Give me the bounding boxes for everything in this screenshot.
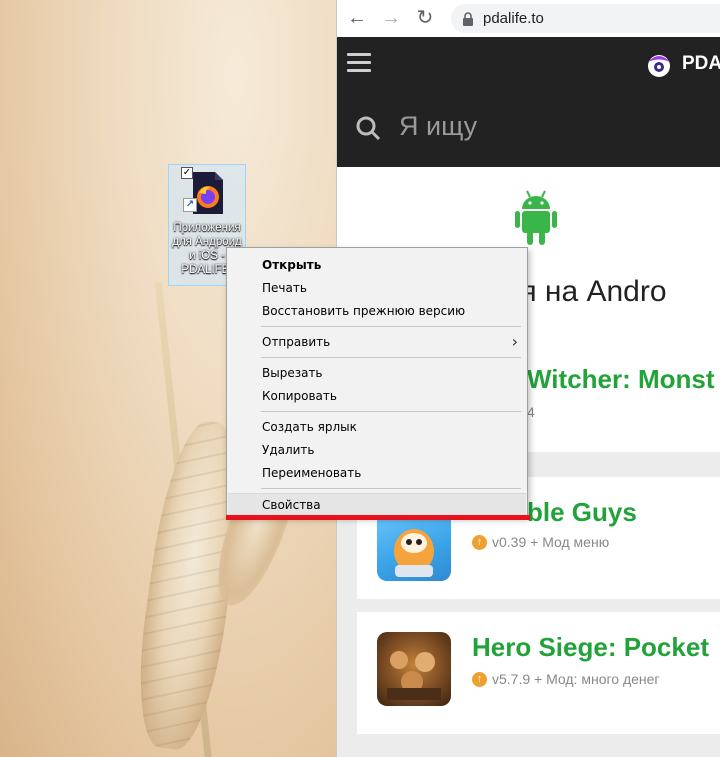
menu-separator — [261, 411, 521, 412]
search-icon[interactable] — [355, 115, 381, 141]
app-title[interactable]: Witcher: Monst — [527, 364, 715, 395]
site-logo-icon[interactable] — [644, 50, 674, 80]
menu-item-restore-previous-version[interactable]: Восстановить прежнюю версию — [228, 300, 526, 322]
hero-siege-art-icon — [387, 651, 441, 700]
menu-item-open[interactable]: Открыть — [228, 254, 526, 276]
app-title[interactable]: ble Guys — [527, 497, 637, 528]
menu-separator — [261, 488, 521, 489]
red-highlight-underline — [226, 515, 530, 520]
context-menu: Открыть Печать Восстановить прежнюю верс… — [226, 247, 528, 517]
site-header: PDAL Я ищу — [337, 37, 720, 167]
site-logo-text[interactable]: PDAL — [682, 53, 720, 75]
lock-icon — [463, 12, 473, 26]
menu-item-rename[interactable]: Переименовать — [228, 462, 526, 484]
app-card[interactable]: Hero Siege: Pocket ↑ v5.7.9 + Мод: много… — [357, 612, 720, 734]
shortcut-arrow-icon: ↗ — [183, 198, 197, 212]
menu-item-send-to[interactable]: Отправить › — [228, 331, 526, 353]
menu-item-copy[interactable]: Копировать — [228, 385, 526, 407]
menu-item-create-shortcut[interactable]: Создать ярлык — [228, 416, 526, 438]
update-icon: ↑ — [472, 672, 487, 687]
app-title[interactable]: Hero Siege: Pocket — [472, 632, 709, 663]
back-icon[interactable]: ← — [345, 6, 369, 30]
url-text[interactable]: pdalife.to — [483, 10, 544, 27]
update-icon: ↑ — [472, 535, 487, 550]
menu-separator — [261, 357, 521, 358]
menu-item-delete[interactable]: Удалить — [228, 439, 526, 461]
app-thumbnail[interactable] — [377, 632, 451, 706]
reload-icon[interactable]: ↻ — [413, 6, 437, 30]
menu-item-cut[interactable]: Вырезать — [228, 362, 526, 384]
android-icon[interactable] — [515, 189, 557, 247]
app-meta: 4 — [527, 404, 535, 420]
chevron-right-icon: › — [511, 332, 518, 351]
browser-toolbar: ← → ↻ pdalife.to — [337, 0, 720, 37]
menu-item-properties[interactable]: Свойства — [228, 493, 526, 515]
forward-icon[interactable]: → — [379, 6, 403, 30]
app-meta: v5.7.9 + Мод: много денег — [492, 671, 660, 687]
address-bar[interactable]: pdalife.to — [451, 4, 720, 33]
menu-separator — [261, 326, 521, 327]
hamburger-menu-icon[interactable] — [347, 53, 371, 73]
menu-item-print[interactable]: Печать — [228, 277, 526, 299]
menu-item-label: Отправить — [262, 335, 331, 349]
app-meta: v0.39 + Мод меню — [492, 534, 610, 550]
search-input[interactable]: Я ищу — [399, 111, 477, 142]
